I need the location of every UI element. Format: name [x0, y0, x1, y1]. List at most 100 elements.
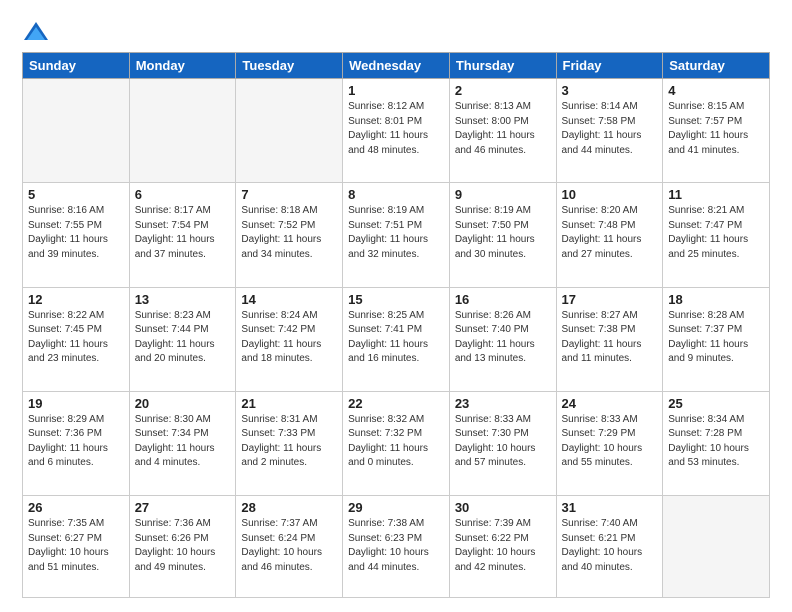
day-number: 26 — [28, 500, 124, 515]
day-info: Sunrise: 8:28 AM Sunset: 7:37 PM Dayligh… — [668, 309, 764, 367]
day-number: 29 — [348, 500, 444, 515]
calendar-cell: 24 Sunrise: 8:33 AM Sunset: 7:29 PM Dayli… — [556, 391, 663, 495]
calendar-cell: 15 Sunrise: 8:25 AM Sunset: 7:41 PM Dayli… — [343, 287, 450, 391]
day-info: Sunrise: 8:26 AM Sunset: 7:40 PM Dayligh… — [455, 309, 551, 367]
calendar-cell: 6 Sunrise: 8:17 AM Sunset: 7:54 PM Daylig… — [129, 183, 236, 287]
calendar-cell: 13Sunrise: 8:23 AM Sunset: 7:44 PM Dayli… — [129, 287, 236, 391]
day-info: Sunrise: 8:34 AM Sunset: 7:28 PM Dayligh… — [668, 413, 764, 471]
day-info: Sunrise: 7:38 AM Sunset: 6:23 PM Dayligh… — [348, 517, 444, 575]
calendar-cell: 29 Sunrise: 7:38 AM Sunset: 6:23 PM Dayli… — [343, 496, 450, 598]
calendar-cell: 12 Sunrise: 8:22 AM Sunset: 7:45 PM Dayli… — [23, 287, 130, 391]
col-header-sunday: Sunday — [23, 53, 130, 79]
day-info: Sunrise: 8:18 AM Sunset: 7:52 PM Dayligh… — [241, 204, 337, 262]
col-header-tuesday: Tuesday — [236, 53, 343, 79]
day-info: Sunrise: 8:13 AM Sunset: 8:00 PM Dayligh… — [455, 100, 551, 158]
calendar-cell: 2 Sunrise: 8:13 AM Sunset: 8:00 PM Daylig… — [449, 79, 556, 183]
day-number: 10 — [562, 187, 658, 202]
week-row-0: 1 Sunrise: 8:12 AM Sunset: 8:01 PM Daylig… — [23, 79, 770, 183]
calendar-cell: 7 Sunrise: 8:18 AM Sunset: 7:52 PM Daylig… — [236, 183, 343, 287]
day-info: Sunrise: 8:24 AM Sunset: 7:42 PM Dayligh… — [241, 309, 337, 367]
day-info: Sunrise: 8:14 AM Sunset: 7:58 PM Dayligh… — [562, 100, 658, 158]
week-row-2: 12 Sunrise: 8:22 AM Sunset: 7:45 PM Dayli… — [23, 287, 770, 391]
calendar-cell: 16 Sunrise: 8:26 AM Sunset: 7:40 PM Dayli… — [449, 287, 556, 391]
calendar-cell: 5 Sunrise: 8:16 AM Sunset: 7:55 PM Daylig… — [23, 183, 130, 287]
day-info: Sunrise: 8:32 AM Sunset: 7:32 PM Dayligh… — [348, 413, 444, 471]
calendar-cell — [663, 496, 770, 598]
day-number: 19 — [28, 396, 124, 411]
day-info: Sunrise: 8:30 AM Sunset: 7:34 PM Dayligh… — [135, 413, 231, 471]
day-number: 5 — [28, 187, 124, 202]
day-number: 31 — [562, 500, 658, 515]
day-number: 1 — [348, 83, 444, 98]
calendar-cell: 14 Sunrise: 8:24 AM Sunset: 7:42 PM Dayli… — [236, 287, 343, 391]
calendar-cell: 3 Sunrise: 8:14 AM Sunset: 7:58 PM Daylig… — [556, 79, 663, 183]
calendar-cell: 22Sunrise: 8:32 AM Sunset: 7:32 PM Dayli… — [343, 391, 450, 495]
day-info: Sunrise: 7:40 AM Sunset: 6:21 PM Dayligh… — [562, 517, 658, 575]
calendar-cell: 18 Sunrise: 8:28 AM Sunset: 7:37 PM Dayli… — [663, 287, 770, 391]
day-info: Sunrise: 8:17 AM Sunset: 7:54 PM Dayligh… — [135, 204, 231, 262]
day-info: Sunrise: 8:33 AM Sunset: 7:29 PM Dayligh… — [562, 413, 658, 471]
day-info: Sunrise: 8:29 AM Sunset: 7:36 PM Dayligh… — [28, 413, 124, 471]
day-info: Sunrise: 8:16 AM Sunset: 7:55 PM Dayligh… — [28, 204, 124, 262]
calendar-cell: 17Sunrise: 8:27 AM Sunset: 7:38 PM Dayli… — [556, 287, 663, 391]
calendar-cell: 8 Sunrise: 8:19 AM Sunset: 7:51 PM Daylig… — [343, 183, 450, 287]
day-number: 23 — [455, 396, 551, 411]
day-info: Sunrise: 8:25 AM Sunset: 7:41 PM Dayligh… — [348, 309, 444, 367]
calendar-cell — [129, 79, 236, 183]
day-number: 15 — [348, 292, 444, 307]
col-header-saturday: Saturday — [663, 53, 770, 79]
calendar-cell: 4 Sunrise: 8:15 AM Sunset: 7:57 PM Daylig… — [663, 79, 770, 183]
day-number: 2 — [455, 83, 551, 98]
calendar-table: SundayMondayTuesdayWednesdayThursdayFrid… — [22, 52, 770, 598]
col-header-friday: Friday — [556, 53, 663, 79]
day-number: 21 — [241, 396, 337, 411]
day-info: Sunrise: 8:22 AM Sunset: 7:45 PM Dayligh… — [28, 309, 124, 367]
day-number: 8 — [348, 187, 444, 202]
calendar-cell: 11Sunrise: 8:21 AM Sunset: 7:47 PM Dayli… — [663, 183, 770, 287]
day-number: 7 — [241, 187, 337, 202]
day-number: 3 — [562, 83, 658, 98]
day-info: Sunrise: 7:37 AM Sunset: 6:24 PM Dayligh… — [241, 517, 337, 575]
header — [22, 18, 770, 46]
calendar-cell: 26Sunrise: 7:35 AM Sunset: 6:27 PM Dayli… — [23, 496, 130, 598]
day-info: Sunrise: 8:12 AM Sunset: 8:01 PM Dayligh… — [348, 100, 444, 158]
calendar-header-row: SundayMondayTuesdayWednesdayThursdayFrid… — [23, 53, 770, 79]
day-number: 14 — [241, 292, 337, 307]
day-number: 25 — [668, 396, 764, 411]
day-info: Sunrise: 7:36 AM Sunset: 6:26 PM Dayligh… — [135, 517, 231, 575]
calendar-cell: 19 Sunrise: 8:29 AM Sunset: 7:36 PM Dayli… — [23, 391, 130, 495]
day-info: Sunrise: 8:23 AM Sunset: 7:44 PM Dayligh… — [135, 309, 231, 367]
col-header-thursday: Thursday — [449, 53, 556, 79]
calendar-cell: 23 Sunrise: 8:33 AM Sunset: 7:30 PM Dayli… — [449, 391, 556, 495]
day-info: Sunrise: 7:39 AM Sunset: 6:22 PM Dayligh… — [455, 517, 551, 575]
week-row-1: 5 Sunrise: 8:16 AM Sunset: 7:55 PM Daylig… — [23, 183, 770, 287]
day-number: 16 — [455, 292, 551, 307]
day-number: 12 — [28, 292, 124, 307]
logo-icon — [22, 18, 50, 46]
day-number: 24 — [562, 396, 658, 411]
calendar-cell: 30Sunrise: 7:39 AM Sunset: 6:22 PM Dayli… — [449, 496, 556, 598]
day-info: Sunrise: 8:19 AM Sunset: 7:51 PM Dayligh… — [348, 204, 444, 262]
day-info: Sunrise: 8:19 AM Sunset: 7:50 PM Dayligh… — [455, 204, 551, 262]
day-number: 18 — [668, 292, 764, 307]
day-number: 6 — [135, 187, 231, 202]
day-info: Sunrise: 8:31 AM Sunset: 7:33 PM Dayligh… — [241, 413, 337, 471]
calendar-cell: 9 Sunrise: 8:19 AM Sunset: 7:50 PM Daylig… — [449, 183, 556, 287]
page: SundayMondayTuesdayWednesdayThursdayFrid… — [0, 0, 792, 612]
week-row-4: 26Sunrise: 7:35 AM Sunset: 6:27 PM Dayli… — [23, 496, 770, 598]
calendar-cell — [236, 79, 343, 183]
day-number: 27 — [135, 500, 231, 515]
col-header-wednesday: Wednesday — [343, 53, 450, 79]
day-number: 17 — [562, 292, 658, 307]
day-number: 28 — [241, 500, 337, 515]
day-number: 9 — [455, 187, 551, 202]
logo — [22, 18, 54, 46]
day-info: Sunrise: 8:33 AM Sunset: 7:30 PM Dayligh… — [455, 413, 551, 471]
calendar-cell: 27 Sunrise: 7:36 AM Sunset: 6:26 PM Dayli… — [129, 496, 236, 598]
col-header-monday: Monday — [129, 53, 236, 79]
day-number: 4 — [668, 83, 764, 98]
calendar-cell: 31 Sunrise: 7:40 AM Sunset: 6:21 PM Dayli… — [556, 496, 663, 598]
calendar-cell: 10Sunrise: 8:20 AM Sunset: 7:48 PM Dayli… — [556, 183, 663, 287]
calendar-cell: 1 Sunrise: 8:12 AM Sunset: 8:01 PM Daylig… — [343, 79, 450, 183]
day-info: Sunrise: 8:15 AM Sunset: 7:57 PM Dayligh… — [668, 100, 764, 158]
